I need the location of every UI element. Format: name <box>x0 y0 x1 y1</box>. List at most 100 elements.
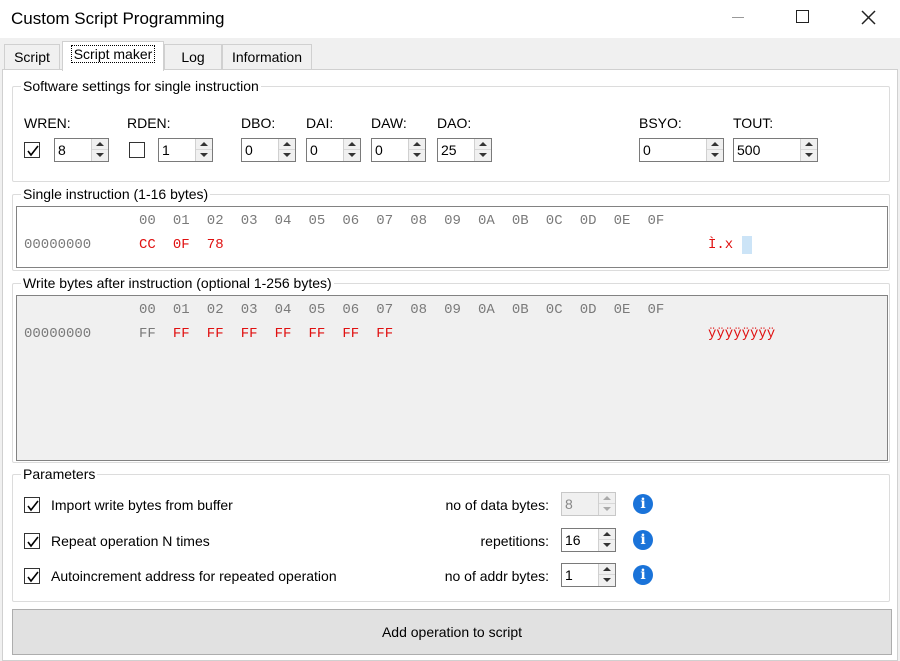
import-write-bytes-checkbox[interactable] <box>24 497 40 513</box>
hex-column-label: 07 <box>376 302 394 318</box>
script-maker-panel: Software settings for single instruction… <box>2 69 898 661</box>
tab-log[interactable]: Log <box>164 44 222 70</box>
dao-up-button[interactable] <box>475 139 491 150</box>
dai-up-button[interactable] <box>344 139 360 150</box>
parameters-title: Parameters <box>21 465 98 483</box>
info-icon[interactable]: i <box>633 494 653 514</box>
wren-checkbox[interactable] <box>24 142 40 158</box>
addr-bytes-down-button[interactable] <box>599 575 615 586</box>
window-title: Custom Script Programming <box>11 9 225 28</box>
daw-down-button[interactable] <box>409 150 425 161</box>
hex-column-label: 09 <box>444 213 461 229</box>
daw-up-button[interactable] <box>409 139 425 150</box>
daw-spinner[interactable]: 0 <box>371 138 426 162</box>
tab-script[interactable]: Script <box>4 44 60 70</box>
hex-byte[interactable]: FF <box>275 326 292 342</box>
dbo-label: DBO: <box>241 115 276 131</box>
hex-byte[interactable]: FF <box>342 326 359 342</box>
repetitions-arrows <box>598 529 615 551</box>
hex-column-label: 05 <box>308 213 326 229</box>
repetitions-spinner[interactable]: 16 <box>561 528 616 552</box>
autoincrement-checkbox[interactable] <box>24 568 40 584</box>
hex-byte[interactable]: FF <box>139 326 156 342</box>
rden-label: RDEN: <box>127 115 171 131</box>
hex-column-label: 0C <box>545 302 563 318</box>
hex-byte[interactable]: CC <box>139 237 156 253</box>
write-bytes-group: Write bytes after instruction (optional … <box>12 274 890 463</box>
hex-column-label: 04 <box>274 213 292 229</box>
hex-byte[interactable]: FF <box>173 326 190 342</box>
hex-column-label: 08 <box>410 302 427 318</box>
hex-column-label: 03 <box>240 213 258 229</box>
dao-value: 25 <box>441 142 457 158</box>
tab-script-maker[interactable]: Script maker <box>62 41 164 71</box>
write-bytes-hex-editor[interactable]: 00 01 02 03 04 05 06 07 08 09 0A 0B 0C 0D 0E 0F 0000000… <box>16 295 888 461</box>
repetitions-up-button[interactable] <box>599 529 615 540</box>
arrow-up-icon <box>603 532 611 536</box>
info-icon[interactable]: i <box>633 565 653 585</box>
dai-down-button[interactable] <box>344 150 360 161</box>
dbo-down-button[interactable] <box>279 150 295 161</box>
hex-byte[interactable]: FF <box>241 326 258 342</box>
hex-column-label: 07 <box>376 213 394 229</box>
hex-byte[interactable]: FF <box>376 326 393 342</box>
software-settings-title: Software settings for single instruction <box>21 77 261 95</box>
bsyo-value: 0 <box>643 142 651 158</box>
dbo-spinner[interactable]: 0 <box>241 138 296 162</box>
maximize-button[interactable] <box>780 0 826 36</box>
dbo-up-button[interactable] <box>279 139 295 150</box>
autoincrement-label[interactable]: Autoincrement address for repeated opera… <box>51 568 337 584</box>
wren-spinner[interactable]: 8 <box>54 138 109 162</box>
dao-spinner[interactable]: 25 <box>437 138 492 162</box>
hex-byte[interactable]: FF <box>309 326 326 342</box>
info-icon[interactable]: i <box>633 530 653 550</box>
close-button[interactable] <box>845 0 891 36</box>
tout-arrows <box>800 139 817 161</box>
rden-up-button[interactable] <box>196 139 212 150</box>
arrow-up-icon <box>805 142 813 146</box>
data-bytes-value: 8 <box>565 496 573 512</box>
repeat-operation-label[interactable]: Repeat operation N times <box>51 533 210 549</box>
wren-up-button[interactable] <box>92 139 108 150</box>
bsyo-down-button[interactable] <box>707 150 723 161</box>
arrow-up-icon <box>348 142 356 146</box>
data-bytes-up-button <box>599 493 615 504</box>
addr-bytes-spinner[interactable]: 1 <box>561 563 616 587</box>
rden-spinner[interactable]: 1 <box>158 138 213 162</box>
bsyo-up-button[interactable] <box>707 139 723 150</box>
dao-down-button[interactable] <box>475 150 491 161</box>
wren-down-button[interactable] <box>92 150 108 161</box>
data-bytes-arrows <box>598 493 615 515</box>
bsyo-spinner[interactable]: 0 <box>639 138 724 162</box>
arrow-up-icon <box>603 496 611 500</box>
hex-column-label: 09 <box>444 302 461 318</box>
add-operation-button[interactable]: Add operation to script <box>12 609 892 655</box>
tout-value: 500 <box>737 142 761 158</box>
arrow-down-icon <box>283 153 291 157</box>
rden-down-button[interactable] <box>196 150 212 161</box>
dai-spinner[interactable]: 0 <box>306 138 361 162</box>
minimize-button[interactable] <box>716 0 762 36</box>
tout-down-button[interactable] <box>801 150 817 161</box>
daw-label: DAW: <box>371 115 407 131</box>
import-write-bytes-label[interactable]: Import write bytes from buffer <box>51 497 233 513</box>
arrow-down-icon <box>603 543 611 547</box>
wren-label: WREN: <box>24 115 71 131</box>
hex-column-label: 0F <box>647 213 665 229</box>
hex-byte[interactable]: 78 <box>207 237 224 253</box>
arrow-down-icon <box>413 153 421 157</box>
rden-checkbox[interactable] <box>129 142 145 158</box>
addr-bytes-up-button[interactable] <box>599 564 615 575</box>
repeat-operation-checkbox[interactable] <box>24 533 40 549</box>
checkmark-icon <box>27 500 39 512</box>
tout-spinner[interactable]: 500 <box>733 138 818 162</box>
data-bytes-spinner: 8 <box>561 492 616 516</box>
hex-byte[interactable]: 0F <box>173 237 190 253</box>
repetitions-down-button[interactable] <box>599 540 615 551</box>
hex-column-label: 01 <box>172 213 190 229</box>
single-instruction-hex-editor[interactable]: 00 01 02 03 04 05 06 07 08 09 0A 0B 0C 0D 0E 0F 0000000… <box>16 206 888 268</box>
hex-byte[interactable]: FF <box>207 326 224 342</box>
tout-up-button[interactable] <box>801 139 817 150</box>
tab-information[interactable]: Information <box>222 44 312 70</box>
arrow-up-icon <box>413 142 421 146</box>
